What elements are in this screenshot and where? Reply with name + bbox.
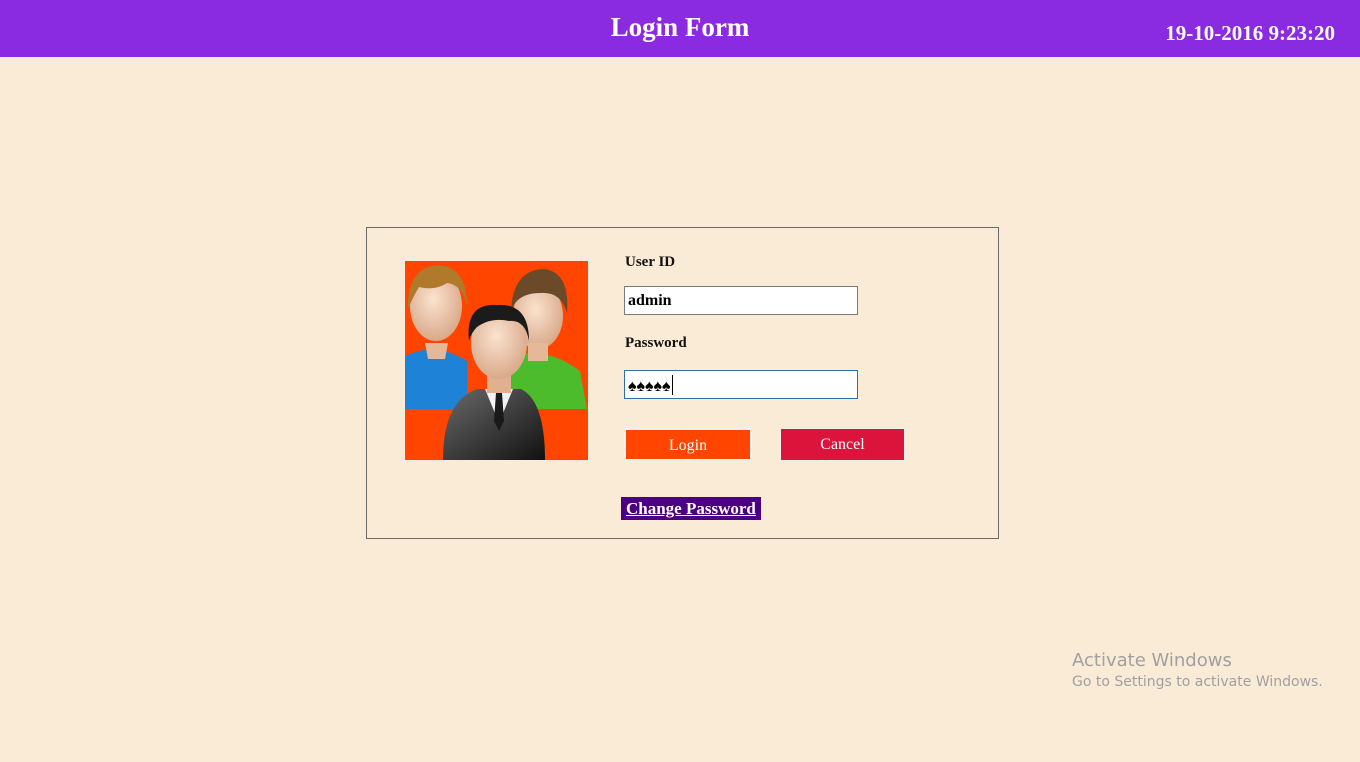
text-caret — [671, 375, 673, 395]
password-label: Password — [625, 335, 687, 351]
datetime-display: 19-10-2016 9:23:20 — [1165, 21, 1335, 45]
user-id-label: User ID — [625, 254, 676, 270]
password-masked-value: ♠♠♠♠♠ — [628, 378, 671, 395]
login-button[interactable]: Login — [624, 428, 752, 461]
watermark-title: Activate Windows — [1072, 650, 1232, 671]
title-bar: Login Form 19-10-2016 9:23:20 — [0, 0, 1360, 57]
login-panel: User ID admin Password ♠♠♠♠♠ Login Cance… — [366, 227, 999, 539]
activate-windows-watermark: Activate Windows Go to Settings to activ… — [1072, 650, 1323, 690]
password-input[interactable]: ♠♠♠♠♠ — [624, 370, 858, 399]
cancel-button[interactable]: Cancel — [780, 428, 905, 461]
watermark-subtitle: Go to Settings to activate Windows. — [1072, 674, 1323, 690]
user-id-input[interactable]: admin — [624, 286, 858, 315]
page-title: Login Form — [610, 12, 750, 42]
user-id-value: admin — [628, 292, 672, 309]
users-group-icon — [405, 261, 588, 460]
change-password-link[interactable]: Change Password — [621, 497, 761, 520]
